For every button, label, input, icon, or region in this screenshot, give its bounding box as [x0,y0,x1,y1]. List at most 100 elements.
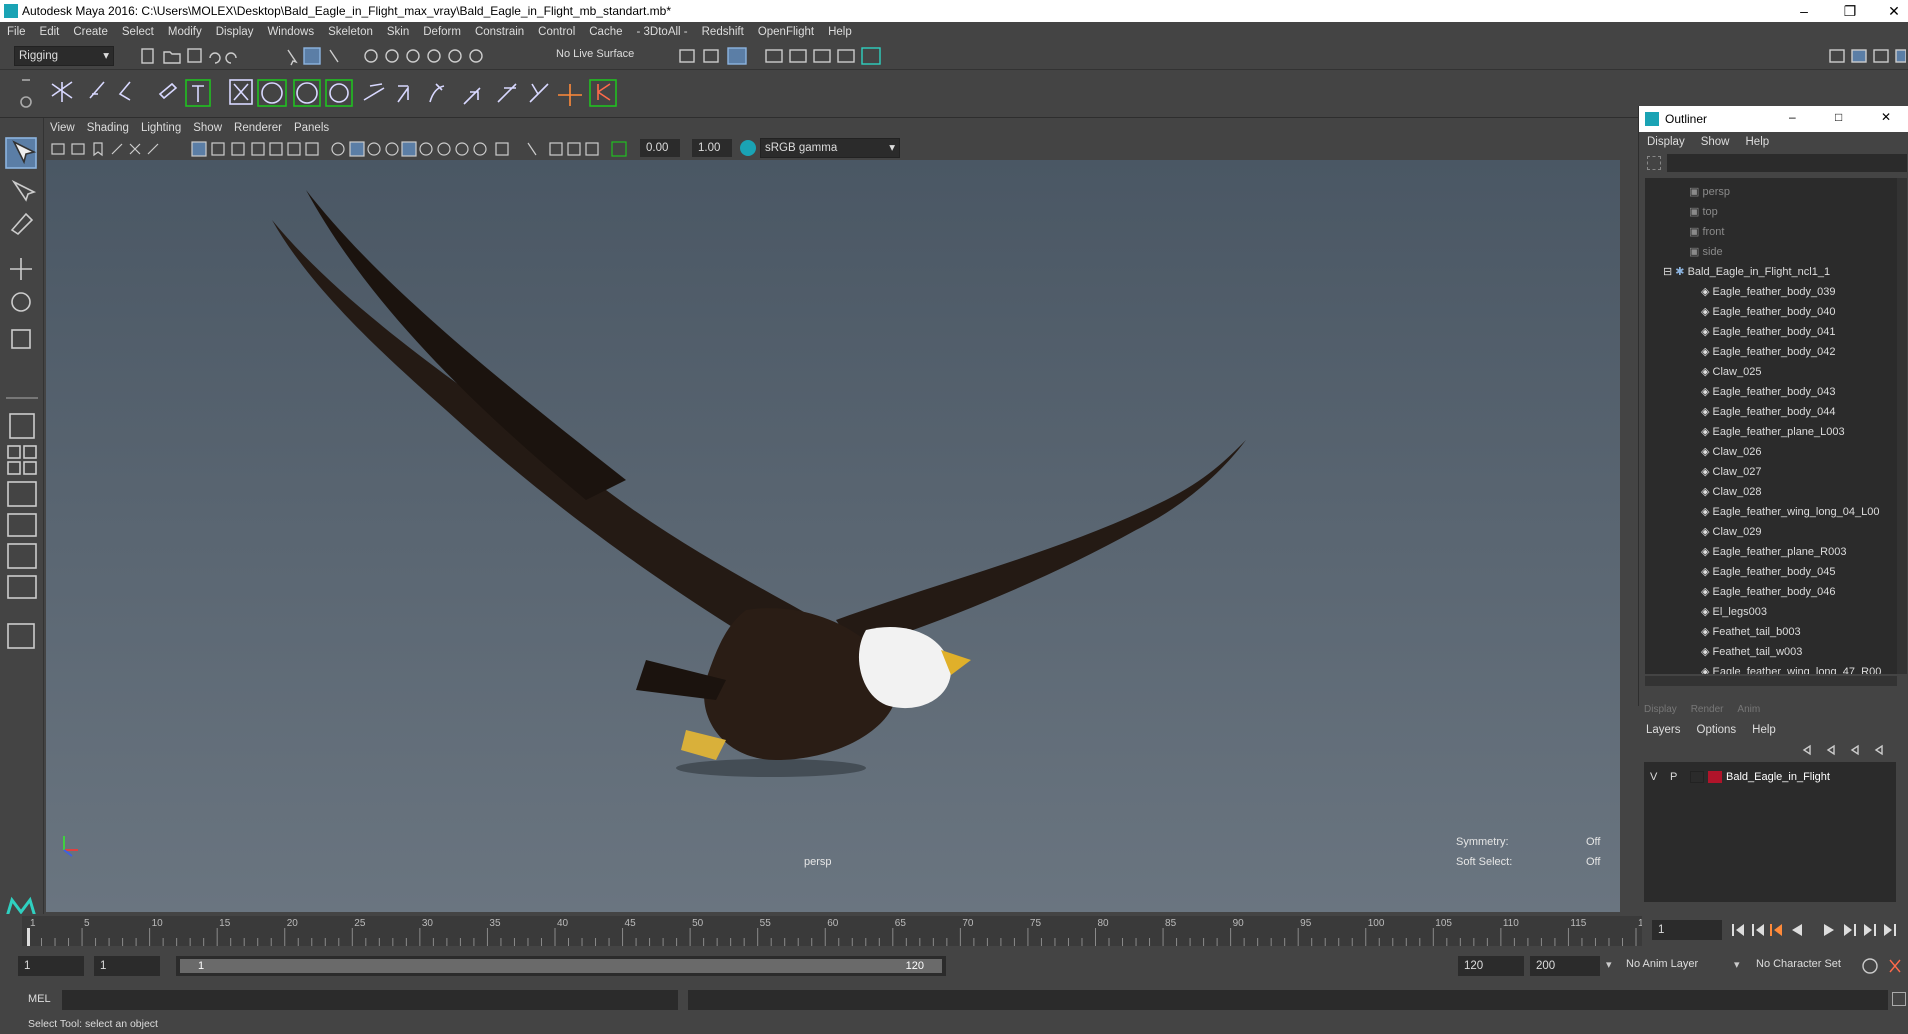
tree-item-child[interactable]: ◈ Eagle_feather_body_043 [1701,382,1835,402]
range-slider-track[interactable]: 1 120 [176,956,946,976]
tree-item-child[interactable]: ◈ Claw_027 [1701,462,1761,482]
outliner-menu-show[interactable]: Show [1693,132,1738,152]
tree-item-child[interactable]: ◈ Eagle_feather_wing_long_47_R00 [1701,662,1881,674]
tree-item-child[interactable]: ◈ Feathet_tail_w003 [1701,642,1802,662]
outliner-vertical-scrollbar[interactable] [1897,178,1907,674]
tree-item-child[interactable]: ◈ Claw_025 [1701,362,1761,382]
vp-menu-renderer[interactable]: Renderer [228,118,288,138]
layer-name[interactable]: Bald_Eagle_in_Flight [1726,771,1830,783]
menu-deform[interactable]: Deform [416,22,468,42]
tree-item-child[interactable]: ◈ Eagle_feather_plane_L003 [1701,422,1845,442]
tree-item-top[interactable]: ▣ top [1689,202,1718,222]
tree-item-child[interactable]: ◈ Eagle_feather_body_042 [1701,342,1835,362]
vp-menu-show[interactable]: Show [187,118,228,138]
tree-item-side[interactable]: ▣ side [1689,242,1723,262]
menu-skeleton[interactable]: Skeleton [321,22,380,42]
menu-cache[interactable]: Cache [582,22,629,42]
menu-select[interactable]: Select [115,22,161,42]
color-space-dropdown[interactable]: sRGB gamma ▾ [760,138,900,158]
tree-item-child[interactable]: ◈ Eagle_feather_wing_long_04_L00 [1701,502,1880,522]
layers-menu-options[interactable]: Options [1689,720,1745,740]
range-slider-handle[interactable]: 1 120 [180,959,942,973]
tree-item-child[interactable]: ◈ Eagle_feather_body_039 [1701,282,1835,302]
menu-windows[interactable]: Windows [260,22,321,42]
menu-help[interactable]: Help [821,22,859,42]
minimize-button[interactable]: – [1790,2,1818,20]
outliner-minimize-button[interactable]: – [1789,110,1796,124]
menu-skin[interactable]: Skin [380,22,416,42]
menu-set-dropdown[interactable]: Rigging ▾ [14,46,114,66]
outliner-menu-display[interactable]: Display [1639,132,1693,152]
menu-constrain[interactable]: Constrain [468,22,531,42]
tree-item-child[interactable]: ◈ Claw_026 [1701,442,1761,462]
layer-type-toggle[interactable] [1690,771,1704,783]
vp-menu-view[interactable]: View [44,118,81,138]
outliner-close-button[interactable]: ✕ [1881,110,1891,124]
exposure-field[interactable]: 0.00 [640,139,680,157]
tab-render[interactable]: Render [1691,704,1724,715]
layer-color-swatch[interactable] [1708,771,1722,783]
script-language-label[interactable]: MEL [28,993,51,1005]
menu-openflight[interactable]: OpenFlight [751,22,821,42]
menu-display[interactable]: Display [209,22,261,42]
layer-playback-toggle[interactable]: P [1670,771,1677,783]
tree-item-child[interactable]: ◈ Eagle_feather_body_046 [1701,582,1835,602]
outliner-horizontal-scrollbar[interactable] [1645,676,1897,686]
menu-create[interactable]: Create [66,22,115,42]
menu-redshift[interactable]: Redshift [695,22,751,42]
tab-anim[interactable]: Anim [1737,704,1760,715]
outliner-tree[interactable]: ▣ persp ▣ top ▣ front ▣ side ⊟ ✱ Bald_Ea… [1645,178,1897,674]
close-button[interactable]: ✕ [1880,2,1908,20]
outliner-filter-icon[interactable] [1647,156,1661,170]
anim-layer-dropdown[interactable]: No Anim Layer [1626,958,1698,970]
vp-menu-panels[interactable]: Panels [288,118,335,138]
layer-visibility-toggle[interactable]: V [1650,771,1657,783]
character-set-dropdown[interactable]: No Character Set [1756,958,1841,970]
outliner-menu-help[interactable]: Help [1738,132,1778,152]
restore-button[interactable]: ❐ [1836,2,1864,20]
layers-menu-help[interactable]: Help [1744,720,1784,740]
tree-item-child[interactable]: ◈ Claw_028 [1701,482,1761,502]
current-time-marker[interactable] [27,928,30,946]
tab-display[interactable]: Display [1644,704,1677,715]
tree-item-child[interactable]: ◈ Eagle_feather_body_040 [1701,302,1835,322]
collapse-icon[interactable]: ⊟ [1663,266,1675,278]
3d-viewport[interactable]: persp Symmetry: Off Soft Select: Off [46,160,1620,912]
tree-item-group[interactable]: ⊟ ✱ Bald_Eagle_in_Flight_ncl1_1 [1663,262,1830,282]
animation-end-field[interactable]: 200 [1530,956,1600,976]
command-input[interactable] [62,990,678,1010]
menu-modify[interactable]: Modify [161,22,209,42]
layer-row[interactable]: V P Bald_Eagle_in_Flight [1644,768,1896,788]
chevron-down-icon[interactable]: ▾ [1734,958,1740,971]
tree-item-persp[interactable]: ▣ persp [1689,182,1730,202]
animation-start-field[interactable]: 1 [18,956,84,976]
vp-menu-lighting[interactable]: Lighting [135,118,187,138]
live-surface-label[interactable]: No Live Surface [556,48,634,60]
layers-menu-layers[interactable]: Layers [1638,720,1689,740]
script-editor-icon[interactable] [1892,992,1906,1006]
tree-item-front[interactable]: ▣ front [1689,222,1724,242]
menu-3dtoall[interactable]: - 3DtoAll - [630,22,695,42]
tree-item-child[interactable]: ◈ Feathet_tail_b003 [1701,622,1801,642]
tree-item-child[interactable]: ◈ Eagle_feather_plane_R003 [1701,542,1846,562]
time-ruler[interactable]: 1 5 10 15 20 25 30 35 40 45 50 55 60 65 70 75 80 85 90 95 10… [22,916,1642,946]
color-management-icon[interactable] [740,140,756,156]
vp-menu-shading[interactable]: Shading [81,118,135,138]
playback-start-field[interactable]: 1 [94,956,160,976]
chevron-down-icon[interactable]: ▾ [1606,958,1612,971]
tree-item-child[interactable]: ◈ Claw_029 [1701,522,1761,542]
outliner-maximize-button[interactable]: □ [1835,110,1842,124]
playback-end-field[interactable]: 120 [1458,956,1524,976]
menu-control[interactable]: Control [531,22,582,42]
gamma-field[interactable]: 1.00 [692,139,732,157]
tree-item-child[interactable]: ◈ Eagle_feather_body_044 [1701,402,1835,422]
select-hierarchy-icon [287,49,298,66]
title-bar: Autodesk Maya 2016: C:\Users\MOLEX\Deskt… [0,0,1908,22]
outliner-search-input[interactable] [1667,154,1907,172]
tree-item-child[interactable]: ◈ Eagle_feather_body_045 [1701,562,1835,582]
menu-edit[interactable]: Edit [33,22,67,42]
current-frame-field[interactable]: 1 [1652,920,1722,940]
menu-file[interactable]: File [0,22,33,42]
tree-item-child[interactable]: ◈ Eagle_feather_body_041 [1701,322,1835,342]
tree-item-child[interactable]: ◈ El_legs003 [1701,602,1767,622]
